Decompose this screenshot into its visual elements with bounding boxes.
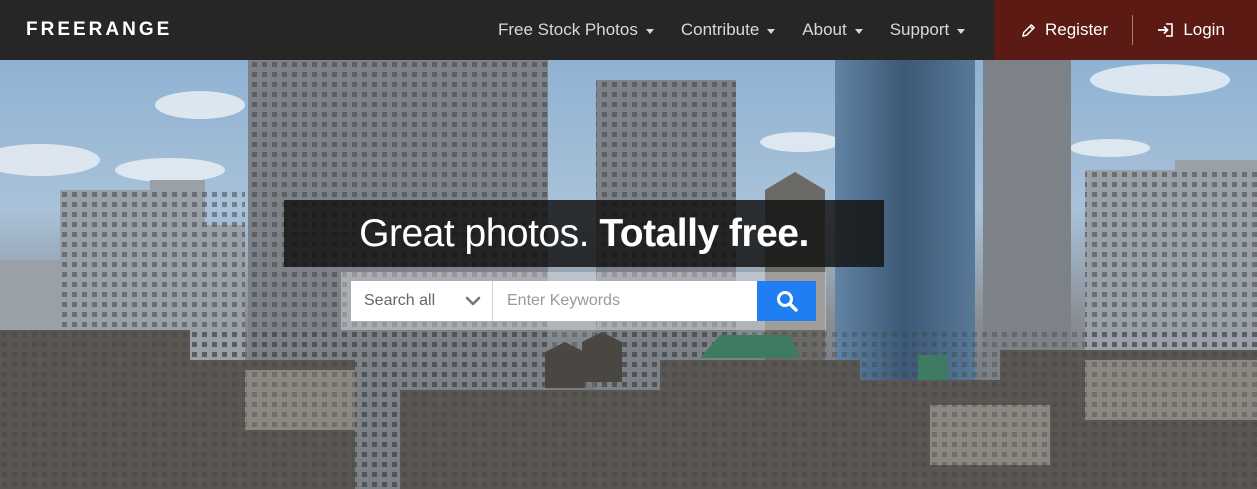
search-scope-value: Search all <box>364 292 436 309</box>
account-divider <box>1132 15 1134 45</box>
login-link[interactable]: Login <box>1157 20 1225 40</box>
main-menu: Free Stock Photos Contribute About Suppo… <box>498 0 992 60</box>
caret-down-icon <box>854 28 863 34</box>
pencil-icon <box>1022 23 1035 37</box>
search-scope-select[interactable]: Search all <box>351 281 493 321</box>
search-bar: Search all <box>341 272 826 330</box>
register-label: Register <box>1045 20 1109 39</box>
search-icon <box>776 291 798 312</box>
caret-down-icon <box>957 28 966 34</box>
nav-item-free-stock-photos[interactable]: Free Stock Photos <box>498 20 654 40</box>
search-keywords-input[interactable] <box>493 281 757 321</box>
nav-item-about[interactable]: About <box>802 20 863 40</box>
nav-item-label: About <box>802 20 847 39</box>
caret-down-icon <box>645 28 654 34</box>
caret-down-icon <box>767 28 776 34</box>
search-button[interactable] <box>757 281 816 321</box>
nav-item-label: Free Stock Photos <box>498 20 638 39</box>
nav-item-support[interactable]: Support <box>890 20 966 40</box>
register-link[interactable]: Register <box>1021 20 1108 40</box>
nav-item-contribute[interactable]: Contribute <box>680 20 776 40</box>
headline-bold: Totally free. <box>599 212 809 255</box>
chevron-down-icon <box>465 296 481 306</box>
sign-in-icon <box>1158 23 1174 37</box>
headline-regular: Great photos. <box>359 212 600 255</box>
account-panel: Register Login <box>994 0 1257 60</box>
login-label: Login <box>1183 20 1225 39</box>
nav-item-label: Support <box>889 20 950 39</box>
site-logo[interactable]: FREERANGE <box>26 19 172 41</box>
hero-banner: Great photos. Totally free. Search all <box>0 60 1257 489</box>
headline-box: Great photos. Totally free. <box>284 200 884 267</box>
hero-headline: Great photos. Totally free. <box>284 200 884 267</box>
top-navbar: FREERANGE Free Stock Photos Contribute A… <box>0 0 1257 60</box>
nav-item-label: Contribute <box>680 20 760 39</box>
